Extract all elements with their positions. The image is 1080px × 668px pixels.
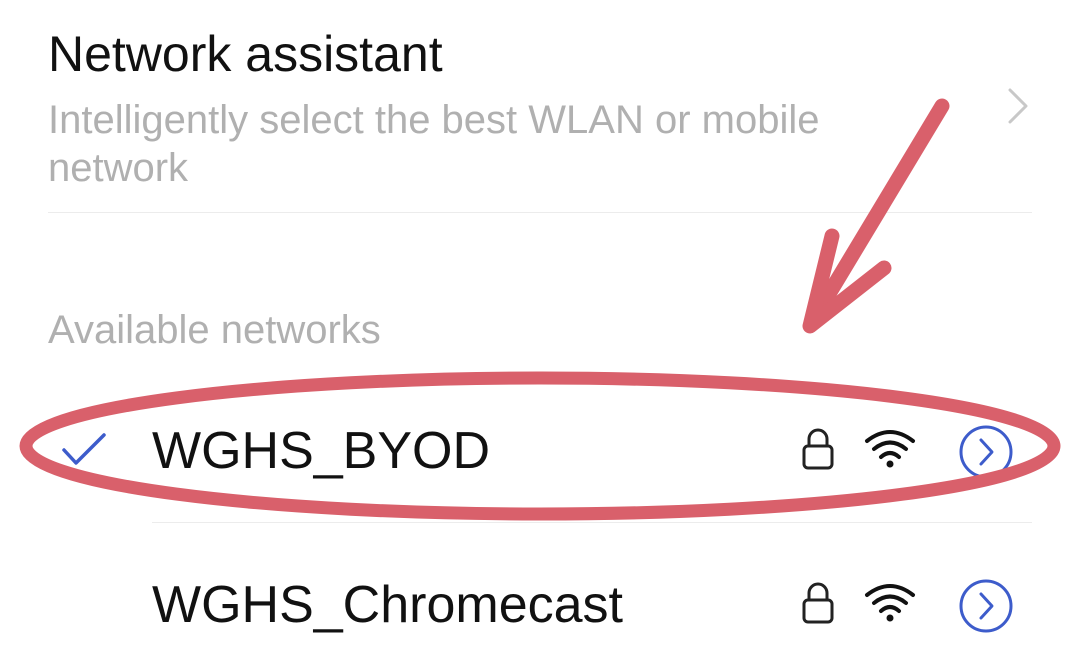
lock-icon (802, 582, 834, 624)
wifi-icon (865, 584, 915, 622)
available-networks-label: Available networks (48, 308, 381, 352)
lock-icon (802, 428, 834, 470)
divider (152, 522, 1032, 523)
network-details-button[interactable] (958, 578, 1014, 634)
chevron-right-icon[interactable] (996, 84, 1040, 128)
network-assistant-title: Network assistant (48, 26, 443, 82)
network-row-wghs-byod[interactable]: WGHS_BYOD (0, 386, 1080, 516)
divider (48, 212, 1032, 213)
network-row-wghs-chromecast[interactable]: WGHS_Chromecast (0, 540, 1080, 668)
check-icon (62, 433, 106, 465)
network-name: WGHS_Chromecast (152, 576, 623, 634)
network-assistant-description: Intelligently select the best WLAN or mo… (48, 98, 820, 190)
wifi-icon (865, 430, 915, 468)
wlan-settings-screen: Network assistant Intelligently select t… (0, 0, 1080, 668)
network-name: WGHS_BYOD (152, 422, 491, 480)
network-details-button[interactable] (958, 424, 1014, 480)
